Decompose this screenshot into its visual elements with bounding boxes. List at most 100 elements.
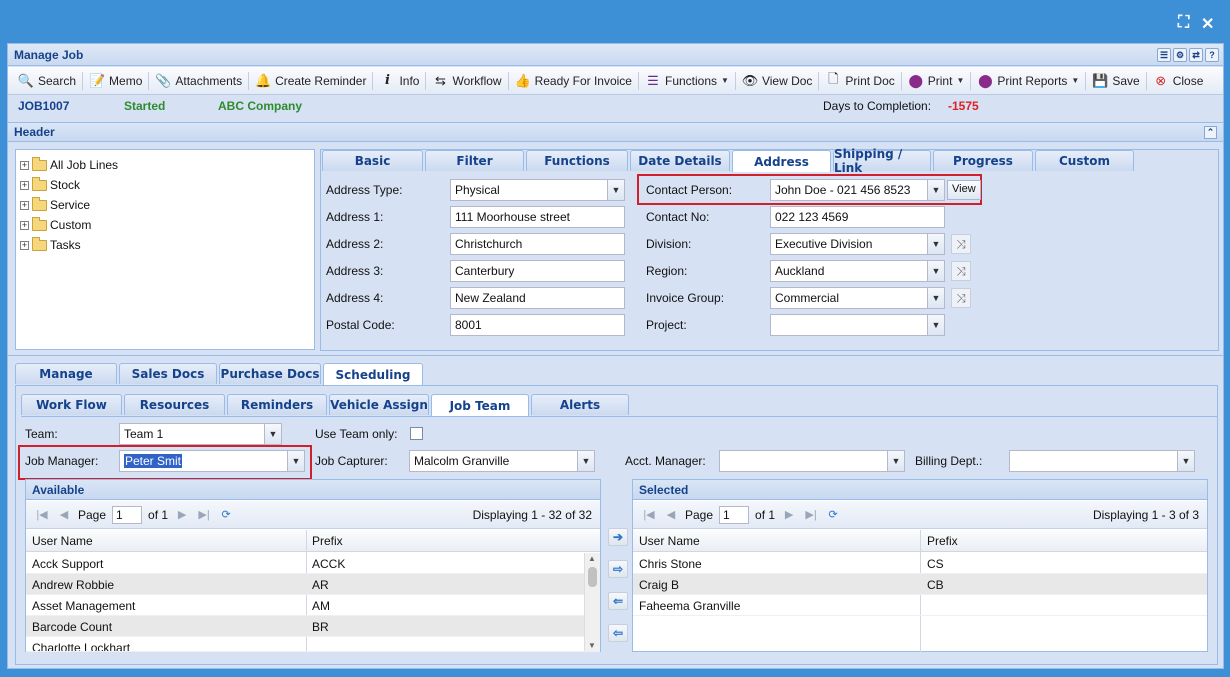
chevron-down-icon[interactable]: ▼ [927, 180, 944, 200]
chevron-down-icon[interactable]: ▼ [887, 451, 904, 471]
division-select[interactable]: Executive Division ▼ [770, 233, 945, 255]
remove-all-arrow-icon[interactable]: ⇦ [608, 624, 628, 642]
expand-icon[interactable]: + [20, 200, 29, 210]
billing-dept-select[interactable]: ▼ [1009, 450, 1195, 472]
view-contact-button[interactable]: View [947, 180, 981, 200]
print-menu-button[interactable]: ⬤ Print ▼ [902, 70, 971, 92]
invoice-group-select[interactable]: Commercial ▼ [770, 287, 945, 309]
info-button[interactable]: i Info [373, 70, 425, 92]
chevron-down-icon[interactable]: ▼ [264, 424, 281, 444]
tab-address[interactable]: Address [732, 150, 831, 172]
tab-functions[interactable]: Functions [526, 150, 628, 171]
tree-node-all-job-lines[interactable]: + All Job Lines [20, 156, 118, 172]
list-icon[interactable]: ☰ [1157, 48, 1171, 62]
tab-work-flow[interactable]: Work Flow [21, 394, 122, 415]
table-row[interactable]: Acck Support ACCK [26, 553, 600, 574]
refresh-icon[interactable]: ⟳ [825, 508, 841, 521]
column-user-name[interactable]: User Name [32, 534, 93, 548]
scroll-thumb[interactable] [588, 567, 597, 587]
next-page-icon[interactable]: ▶ [781, 508, 797, 521]
job-manager-select[interactable]: Peter Smit ▼ [119, 450, 305, 472]
tab-reminders[interactable]: Reminders [227, 394, 327, 415]
settings-icon[interactable]: ⚙ [1173, 48, 1187, 62]
tab-sales-docs[interactable]: Sales Docs [119, 363, 217, 384]
chevron-down-icon[interactable]: ▼ [577, 451, 594, 471]
help-icon[interactable]: ? [1205, 48, 1219, 62]
expand-icon[interactable]: + [20, 180, 29, 190]
address-4-field[interactable]: New Zealand [450, 287, 625, 309]
next-page-icon[interactable]: ▶ [174, 508, 190, 521]
tab-custom[interactable]: Custom [1035, 150, 1134, 171]
workflow-button[interactable]: ⇆ Workflow [426, 70, 507, 92]
table-row[interactable]: Andrew Robbie AR [26, 574, 600, 595]
view-doc-button[interactable]: 👁 View Doc [736, 70, 818, 92]
chevron-down-icon[interactable]: ▼ [927, 234, 944, 254]
page-input[interactable]: 1 [112, 505, 143, 524]
last-page-icon[interactable]: ▶| [196, 508, 212, 521]
column-prefix[interactable]: Prefix [927, 534, 958, 548]
tree-node-stock[interactable]: + Stock [20, 176, 80, 192]
last-page-icon[interactable]: ▶| [803, 508, 819, 521]
tab-job-team[interactable]: Job Team [431, 394, 529, 416]
table-row[interactable]: Charlotte Lockhart [26, 637, 600, 652]
expand-icon[interactable]: + [20, 160, 29, 170]
create-reminder-button[interactable]: 🔔 Create Reminder [249, 70, 372, 92]
collapse-icon[interactable]: ⌃ [1204, 126, 1217, 139]
address-1-field[interactable]: 111 Moorhouse street [450, 206, 625, 228]
tab-scheduling[interactable]: Scheduling [323, 363, 423, 385]
print-doc-button[interactable]: 🗋 Print Doc [819, 70, 900, 92]
table-row[interactable]: Craig B CB [633, 574, 1207, 595]
tab-resources[interactable]: Resources [124, 394, 225, 415]
prev-page-icon[interactable]: ◀ [56, 508, 72, 521]
tab-purchase-docs[interactable]: Purchase Docs [219, 363, 321, 384]
address-2-field[interactable]: Christchurch [450, 233, 625, 255]
tab-manage[interactable]: Manage [15, 363, 117, 384]
refresh-icon[interactable]: ⟳ [218, 508, 234, 521]
tree-node-custom[interactable]: + Custom [20, 216, 91, 232]
add-all-arrow-icon[interactable]: ⇨ [608, 560, 628, 578]
page-input[interactable]: 1 [719, 505, 750, 524]
tab-vehicle-assign[interactable]: Vehicle Assign [329, 394, 429, 415]
expand-icon[interactable]: + [20, 220, 29, 230]
save-button[interactable]: 💾 Save [1086, 70, 1145, 92]
tab-filter[interactable]: Filter [425, 150, 524, 171]
column-user-name[interactable]: User Name [639, 534, 700, 548]
chevron-down-icon[interactable]: ▼ [927, 288, 944, 308]
expand-icon[interactable]: + [20, 240, 29, 250]
ready-for-invoice-button[interactable]: 👍 Ready For Invoice [509, 70, 638, 92]
job-capturer-select[interactable]: Malcolm Granville ▼ [409, 450, 595, 472]
tab-basic[interactable]: Basic [322, 150, 423, 171]
available-scrollbar[interactable]: ▲ ▼ [584, 553, 600, 651]
memo-button[interactable]: 📝 Memo [83, 70, 148, 92]
chevron-down-icon[interactable]: ▼ [927, 315, 944, 335]
shuffle-icon[interactable]: ⤨ [951, 288, 971, 308]
scroll-down-icon[interactable]: ▼ [588, 641, 596, 650]
search-button[interactable]: 🔍 Search [12, 70, 82, 92]
team-select[interactable]: Team 1 ▼ [119, 423, 282, 445]
remove-one-arrow-icon[interactable]: ⇐ [608, 592, 628, 610]
tree-node-tasks[interactable]: + Tasks [20, 236, 81, 252]
address-3-field[interactable]: Canterbury [450, 260, 625, 282]
project-select[interactable]: ▼ [770, 314, 945, 336]
chevron-down-icon[interactable]: ▼ [927, 261, 944, 281]
attachments-button[interactable]: 📎 Attachments [149, 70, 248, 92]
close-window-icon[interactable]: ✕ [1201, 14, 1214, 34]
shuffle-icon[interactable]: ⤨ [951, 261, 971, 281]
scroll-up-icon[interactable]: ▲ [588, 554, 596, 563]
table-row[interactable]: Barcode Count BR [26, 616, 600, 637]
table-row[interactable]: Chris Stone CS [633, 553, 1207, 574]
print-reports-menu-button[interactable]: ⬤ Print Reports ▼ [971, 70, 1085, 92]
chevron-down-icon[interactable]: ▼ [287, 451, 304, 471]
tab-shipping-link[interactable]: Shipping / Link [833, 147, 931, 175]
refresh-icon[interactable]: ⇄ [1189, 48, 1203, 62]
add-one-arrow-icon[interactable]: ➔ [608, 528, 628, 546]
first-page-icon[interactable]: |◀ [34, 508, 50, 521]
tab-alerts[interactable]: Alerts [531, 394, 629, 415]
chevron-down-icon[interactable]: ▼ [1177, 451, 1194, 471]
prev-page-icon[interactable]: ◀ [663, 508, 679, 521]
shuffle-icon[interactable]: ⤨ [951, 234, 971, 254]
maximize-icon[interactable]: ⛶ [1178, 14, 1189, 32]
contact-person-select[interactable]: John Doe - 021 456 8523 ▼ [770, 179, 945, 201]
chevron-down-icon[interactable]: ▼ [607, 180, 624, 200]
tab-progress[interactable]: Progress [933, 150, 1033, 171]
